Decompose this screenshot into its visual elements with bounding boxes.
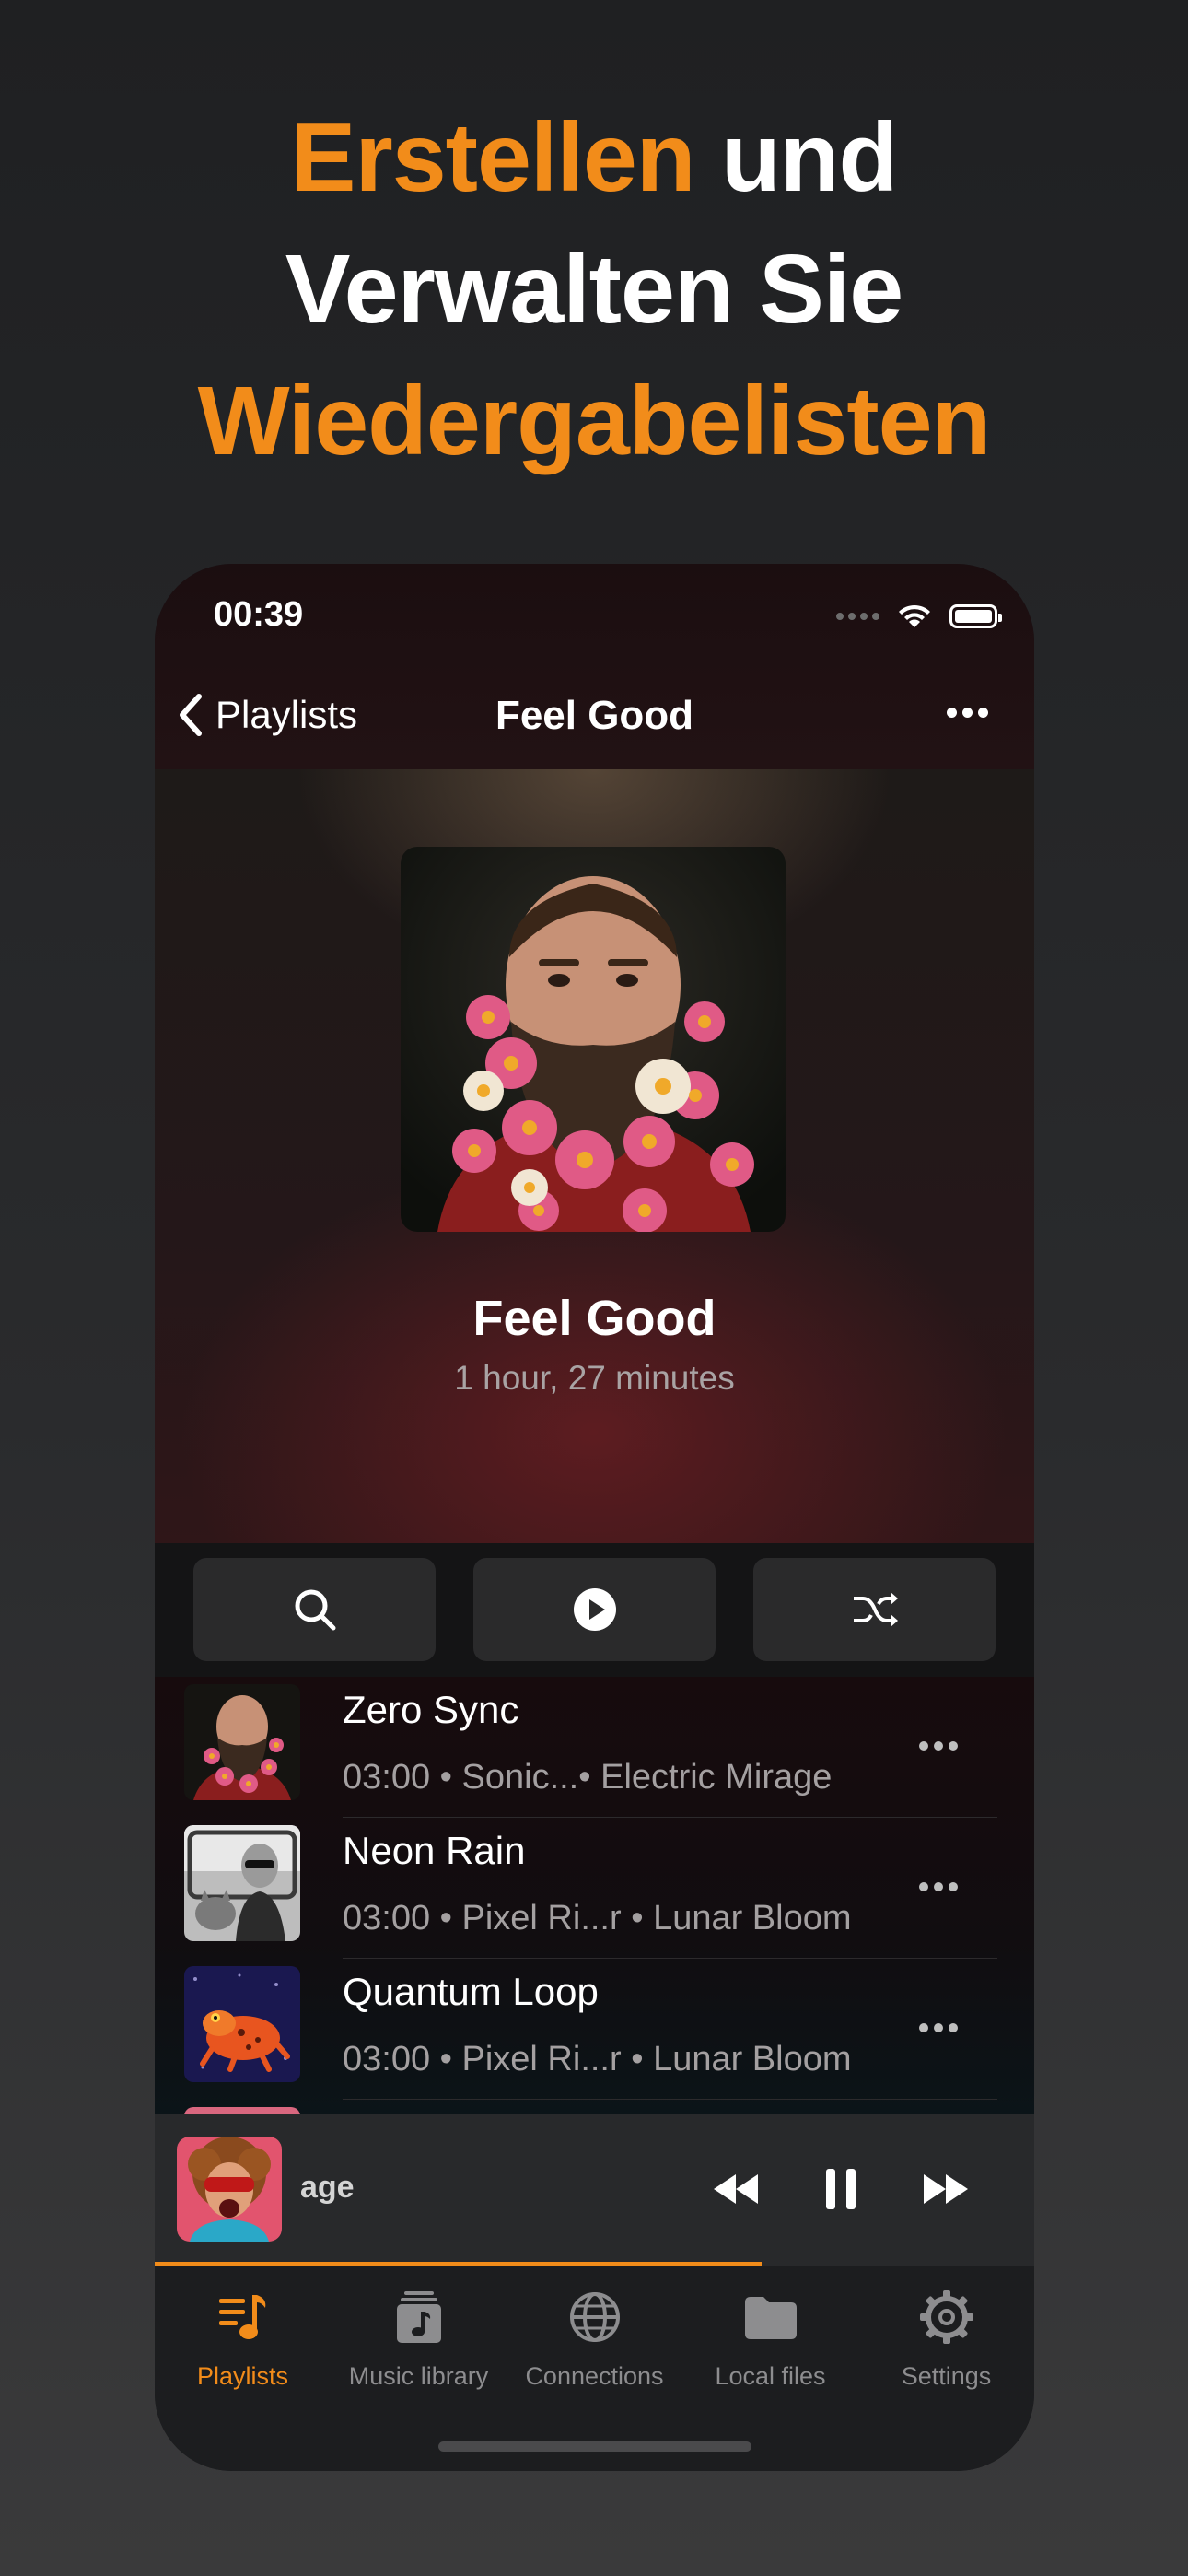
- status-time: 00:39: [214, 595, 304, 634]
- tab-label: Playlists: [196, 2362, 289, 2390]
- home-indicator[interactable]: [438, 2441, 751, 2452]
- playlists-icon: [215, 2289, 272, 2346]
- more-options-button[interactable]: [947, 708, 988, 718]
- mini-player-title: age: [300, 2170, 355, 2205]
- wifi-icon: [899, 604, 930, 627]
- tab-label: Local files: [715, 2362, 826, 2390]
- tab-label: Settings: [901, 2362, 992, 2390]
- track-title: Neon Rain: [343, 1829, 526, 1872]
- phone-screen: 00:39 Playlists Feel Good Feel Good 1 ho…: [155, 564, 1034, 2471]
- tab-music-library[interactable]: Music library: [331, 2266, 507, 2395]
- track-row[interactable]: Quantum Loop 03:00 • Pixel Ri...r • Luna…: [155, 1959, 1034, 2100]
- shuffle-button[interactable]: [753, 1558, 996, 1661]
- track-artwork: [184, 1825, 300, 1941]
- playlist-header: Feel Good 1 hour, 27 minutes: [155, 769, 1034, 1543]
- tab-local-files[interactable]: Local files: [682, 2266, 858, 2395]
- shuffle-icon: [853, 1592, 898, 1627]
- battery-icon: [949, 604, 1002, 628]
- rewind-icon: [714, 2174, 758, 2204]
- playlist-controls: [155, 1543, 1034, 1677]
- fast-forward-button[interactable]: [914, 2162, 978, 2216]
- tab-settings[interactable]: Settings: [858, 2266, 1034, 2395]
- track-artwork: [184, 1684, 300, 1800]
- track-meta: 03:00 • Pixel Ri...r • Lunar Bloom: [343, 2040, 852, 2078]
- playlist-cover-image: [401, 847, 786, 1232]
- folder-icon: [742, 2289, 799, 2346]
- pause-button[interactable]: [809, 2162, 873, 2216]
- tab-label: Music library: [348, 2362, 489, 2390]
- tab-bar: Playlists Music library Connections Loca…: [155, 2266, 1034, 2471]
- track-more-button[interactable]: [919, 2023, 958, 2032]
- rewind-button[interactable]: [704, 2162, 768, 2216]
- track-title: Zero Sync: [343, 1688, 519, 1731]
- headline: Erstellen und Verwalten Sie Wiedergabeli…: [0, 92, 1188, 487]
- track-meta: 03:00 • Sonic...• Electric Mirage: [343, 1758, 833, 1797]
- gear-icon: [918, 2289, 975, 2346]
- playlist-duration: 1 hour, 27 minutes: [454, 1359, 735, 1397]
- track-list: Zero Sync 03:00 • Sonic...• Electric Mir…: [155, 1677, 1034, 2223]
- track-row[interactable]: Zero Sync 03:00 • Sonic...• Electric Mir…: [155, 1677, 1034, 1818]
- pause-icon: [826, 2169, 856, 2209]
- headline-orange-word: Erstellen: [290, 103, 696, 212]
- playlist-title: Feel Good: [472, 1291, 716, 1346]
- track-more-button[interactable]: [919, 1882, 958, 1891]
- search-button[interactable]: [193, 1558, 436, 1661]
- track-artwork: [184, 1966, 300, 2082]
- search-icon: [295, 1589, 335, 1631]
- top-bar: 00:39 Playlists Feel Good: [155, 564, 1034, 769]
- track-row[interactable]: Neon Rain 03:00 • Pixel Ri...r • Lunar B…: [155, 1818, 1034, 1959]
- signal-icon: [836, 613, 879, 620]
- tab-label: Connections: [525, 2362, 664, 2390]
- track-more-button[interactable]: [919, 1741, 958, 1751]
- headline-white-word: und: [694, 103, 898, 212]
- fast-forward-icon: [924, 2174, 968, 2204]
- mini-player-artwork: [177, 2137, 282, 2242]
- tab-connections[interactable]: Connections: [507, 2266, 682, 2395]
- mini-player[interactable]: age: [155, 2114, 1034, 2262]
- headline-line-3: Wiedergabelisten: [197, 367, 992, 475]
- track-title: Quantum Loop: [343, 1970, 599, 2013]
- headline-line-2: Verwalten Sie: [285, 235, 903, 344]
- play-button[interactable]: [473, 1558, 716, 1661]
- globe-icon: [566, 2289, 623, 2346]
- music-library-icon: [390, 2289, 448, 2346]
- tab-playlists[interactable]: Playlists: [155, 2266, 331, 2395]
- nav-title: Feel Good: [495, 693, 694, 738]
- play-circle-icon: [573, 1588, 616, 1631]
- track-meta: 03:00 • Pixel Ri...r • Lunar Bloom: [343, 1899, 852, 1938]
- status-icons: [836, 603, 1002, 630]
